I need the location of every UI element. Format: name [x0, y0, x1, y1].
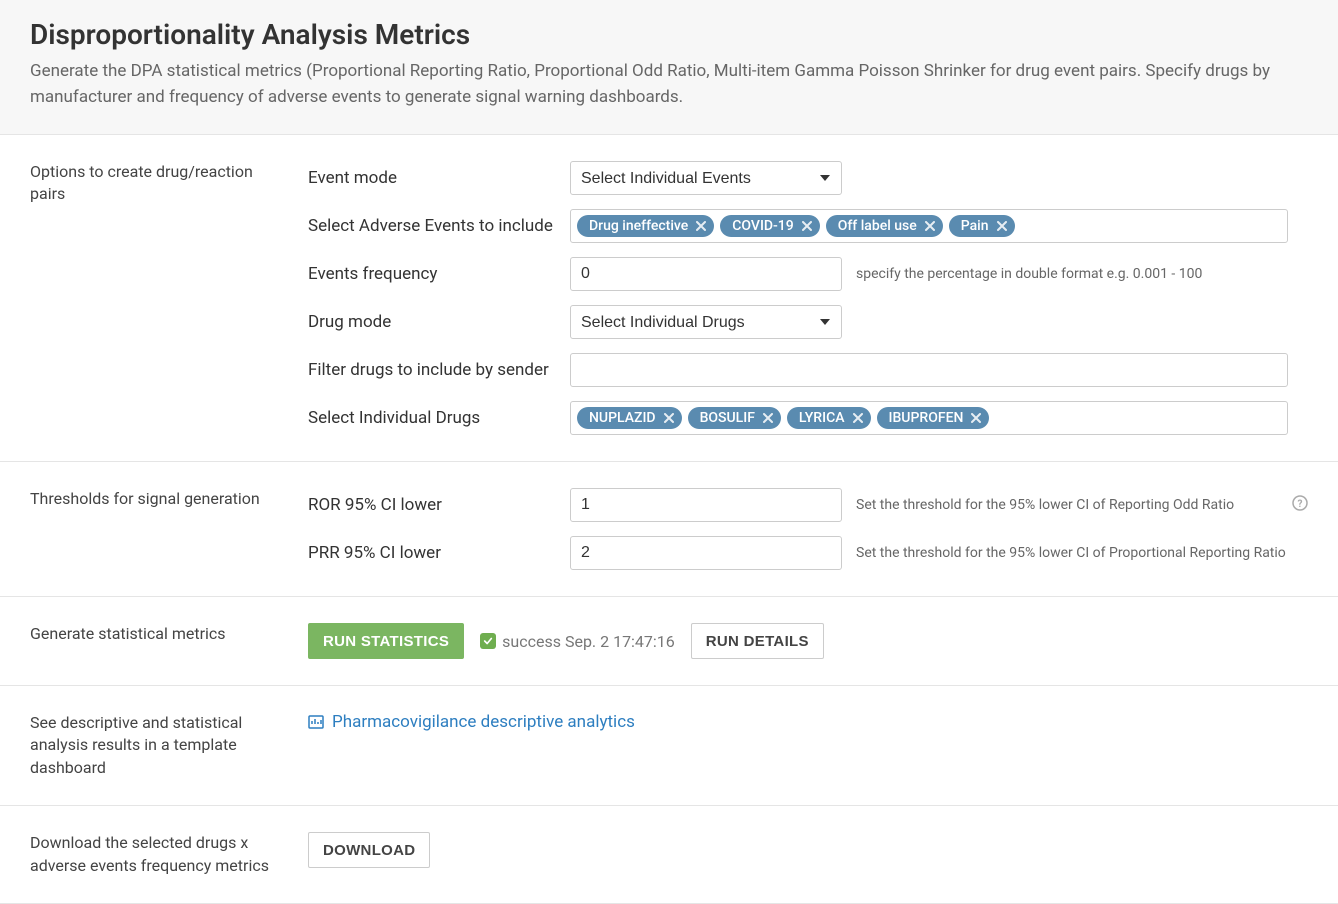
prr-input[interactable]: [570, 536, 842, 570]
page-description: Generate the DPA statistical metrics (Pr…: [30, 59, 1308, 110]
section-generate-label: Generate statistical metrics: [30, 623, 308, 659]
drug-mode-label: Drug mode: [308, 312, 570, 332]
tag: Pain: [949, 215, 1015, 237]
section-options: Options to create drug/reaction pairs Ev…: [0, 135, 1338, 462]
ror-hint: Set the threshold for the 95% lower CI o…: [856, 497, 1234, 513]
section-download-label: Download the selected drugs x adverse ev…: [30, 832, 308, 877]
section-download: Download the selected drugs x adverse ev…: [0, 806, 1338, 904]
close-icon[interactable]: [802, 221, 812, 231]
tag: Drug ineffective: [577, 215, 714, 237]
adverse-events-label: Select Adverse Events to include: [308, 216, 570, 236]
tag: Off label use: [826, 215, 943, 237]
close-icon[interactable]: [925, 221, 935, 231]
event-mode-label: Event mode: [308, 168, 570, 188]
page-title: Disproportionality Analysis Metrics: [30, 18, 1308, 51]
tag-label: Drug ineffective: [589, 218, 688, 234]
tag: LYRICA: [787, 407, 871, 429]
adverse-events-input[interactable]: Drug ineffective COVID-19 Off label use Pai…: [570, 209, 1288, 243]
prr-label: PRR 95% CI lower: [308, 543, 570, 563]
header: Disproportionality Analysis Metrics Gene…: [0, 0, 1338, 135]
prr-hint: Set the threshold for the 95% lower CI o…: [856, 545, 1286, 561]
run-statistics-button[interactable]: RUN STATISTICS: [308, 623, 464, 659]
tag-label: NUPLAZID: [589, 410, 656, 426]
individual-drugs-input[interactable]: NUPLAZID BOSULIF LYRICA IBUPROFEN: [570, 401, 1288, 435]
close-icon[interactable]: [971, 413, 981, 423]
tag-label: Off label use: [838, 218, 917, 234]
close-icon[interactable]: [763, 413, 773, 423]
events-frequency-label: Events frequency: [308, 264, 570, 284]
filter-drugs-label: Filter drugs to include by sender: [308, 360, 570, 380]
analytics-link[interactable]: Pharmacovigilance descriptive analytics: [308, 712, 635, 732]
section-results-label: See descriptive and statistical analysis…: [30, 712, 308, 779]
event-mode-select[interactable]: Select Individual Events: [570, 161, 842, 195]
section-thresholds-label: Thresholds for signal generation: [30, 488, 308, 570]
events-frequency-hint: specify the percentage in double format …: [856, 266, 1202, 282]
run-status-text: success Sep. 2 17:47:16: [502, 632, 675, 651]
individual-drugs-label: Select Individual Drugs: [308, 408, 570, 428]
section-thresholds: Thresholds for signal generation ROR 95%…: [0, 462, 1338, 597]
ror-label: ROR 95% CI lower: [308, 495, 570, 515]
check-icon: [480, 633, 496, 649]
section-options-label: Options to create drug/reaction pairs: [30, 161, 308, 435]
tag: IBUPROFEN: [877, 407, 990, 429]
run-status: success Sep. 2 17:47:16: [480, 632, 675, 651]
help-icon[interactable]: ?: [1292, 495, 1308, 515]
drug-mode-select[interactable]: Select Individual Drugs: [570, 305, 842, 339]
tag-label: COVID-19: [732, 218, 793, 234]
tag-label: Pain: [961, 218, 989, 234]
analytics-link-text: Pharmacovigilance descriptive analytics: [332, 712, 635, 732]
tag-label: BOSULIF: [700, 410, 755, 426]
close-icon[interactable]: [696, 221, 706, 231]
section-results: See descriptive and statistical analysis…: [0, 686, 1338, 806]
ror-input[interactable]: [570, 488, 842, 522]
tag-label: IBUPROFEN: [889, 410, 964, 426]
section-generate: Generate statistical metrics RUN STATIST…: [0, 597, 1338, 686]
download-button[interactable]: DOWNLOAD: [308, 832, 430, 868]
tag: BOSULIF: [688, 407, 781, 429]
svg-text:?: ?: [1298, 499, 1303, 510]
run-details-button[interactable]: RUN DETAILS: [691, 623, 824, 659]
close-icon[interactable]: [664, 413, 674, 423]
close-icon[interactable]: [997, 221, 1007, 231]
chart-icon: [308, 715, 324, 729]
events-frequency-input[interactable]: [570, 257, 842, 291]
tag: NUPLAZID: [577, 407, 682, 429]
filter-drugs-input[interactable]: [570, 353, 1288, 387]
tag: COVID-19: [720, 215, 819, 237]
tag-label: LYRICA: [799, 410, 845, 426]
close-icon[interactable]: [853, 413, 863, 423]
